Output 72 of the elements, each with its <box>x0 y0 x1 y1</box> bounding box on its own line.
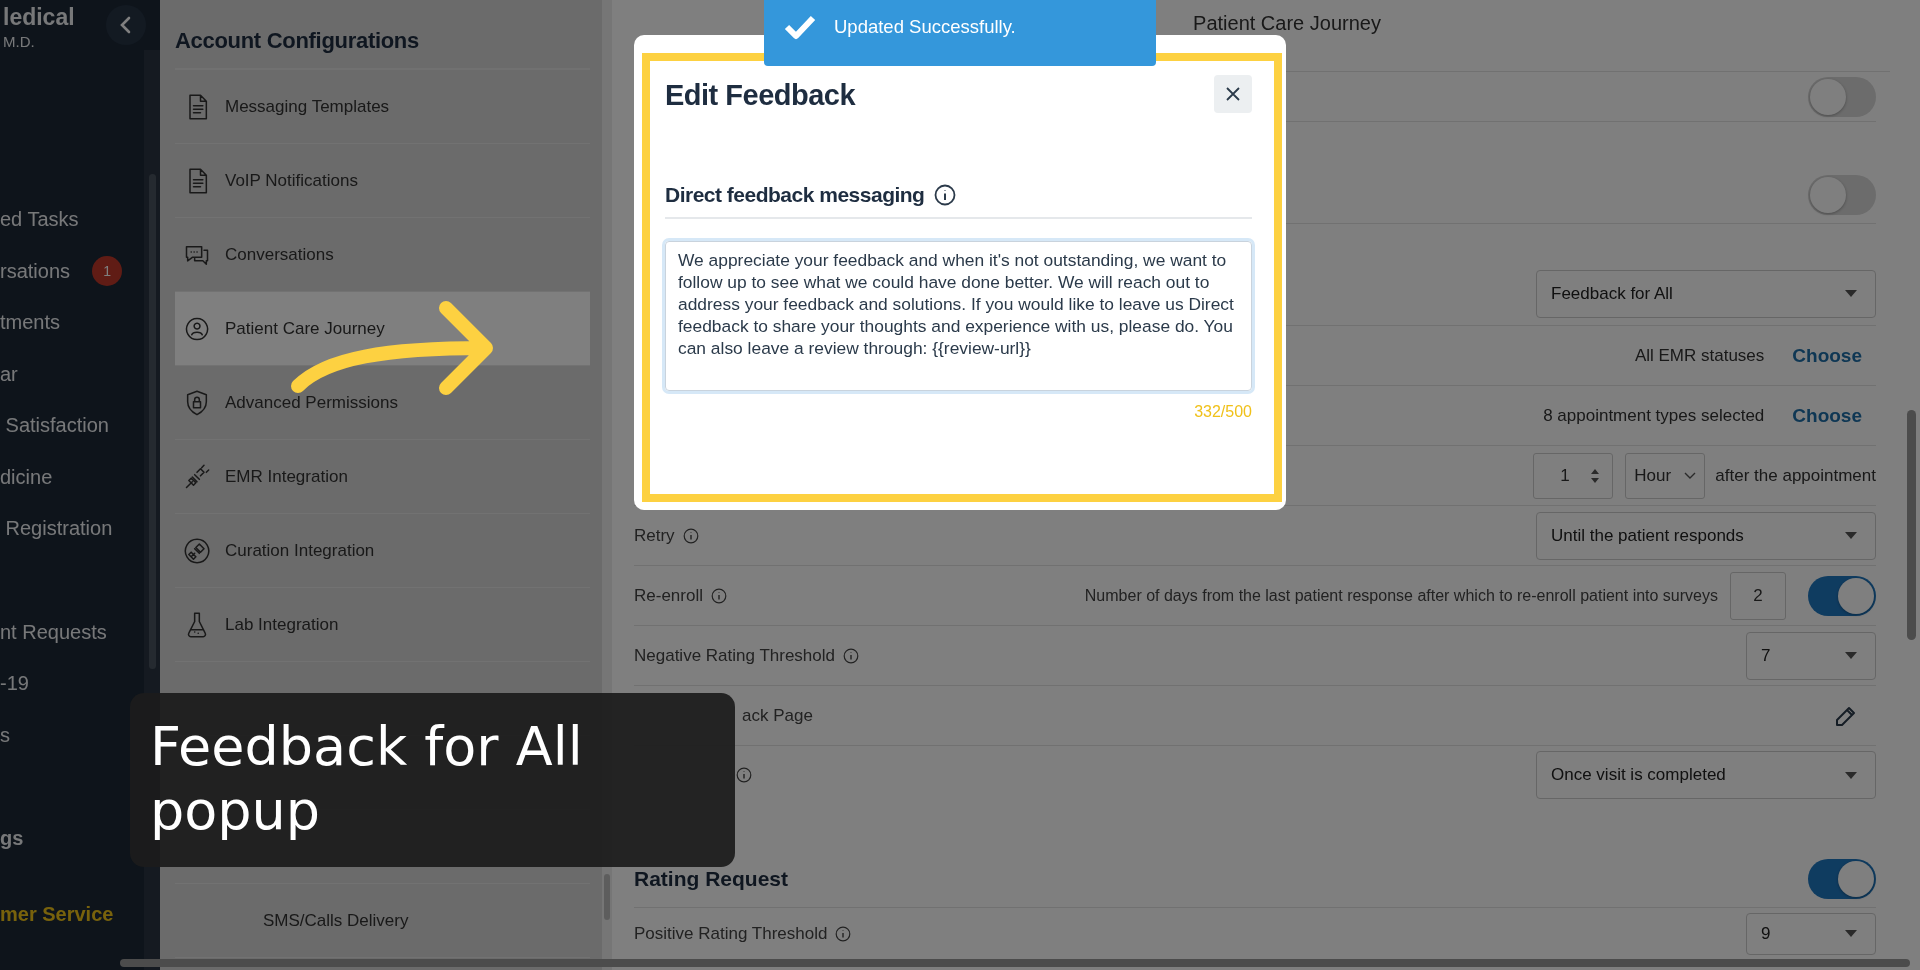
modal-title: Edit Feedback <box>665 79 856 112</box>
count-badge: 1 <box>92 256 123 287</box>
nav-item[interactable]: ar <box>0 362 18 386</box>
choose-link[interactable]: Choose <box>1792 404 1862 427</box>
reenroll-description: Number of days from the last patient response after which to re-enroll patient into surveys <box>1084 586 1718 605</box>
character-counter: 332/500 <box>1194 403 1252 421</box>
settings-menu-item[interactable]: Curation Integration <box>175 514 590 588</box>
settings-menu-item[interactable]: VoIP Notifications <box>175 144 590 218</box>
clinic-subtitle: M.D. <box>3 33 36 50</box>
chevron-left-icon <box>119 15 133 35</box>
setting-label: Negative Rating Threshold <box>634 645 835 666</box>
number-input[interactable]: 1 <box>1533 452 1614 499</box>
nav-item[interactable]: -19 <box>0 672 29 696</box>
plug-icon <box>183 462 211 491</box>
toggle-switch[interactable] <box>1808 858 1876 899</box>
selection-summary: 8 appointment types selected <box>1543 405 1765 426</box>
nav-item[interactable]: rsations <box>0 259 71 283</box>
caret-icon <box>1845 930 1857 937</box>
scrollbar-thumb[interactable] <box>604 874 610 920</box>
check-icon <box>784 14 816 40</box>
toggle-switch[interactable] <box>1808 76 1876 117</box>
section-heading: Rating Request <box>634 866 788 891</box>
scrollbar-thumb[interactable] <box>1907 410 1916 640</box>
info-icon[interactable] <box>934 184 957 206</box>
dropdown[interactable]: Until the patient responds <box>1536 511 1876 560</box>
setting-label: ack Page <box>742 705 813 726</box>
dropdown[interactable]: 7 <box>1746 631 1876 680</box>
nav-item[interactable]: Satisfaction <box>0 414 109 438</box>
field-heading: Direct feedback messaging <box>665 183 925 207</box>
page-title: Patient Care Journey <box>1192 12 1381 35</box>
chevron-down-icon <box>1684 471 1697 480</box>
nav-item[interactable]: mer Service <box>0 902 114 926</box>
nav-item[interactable]: ed Tasks <box>0 208 79 232</box>
settings-menu-item[interactable]: EMR Integration <box>175 440 590 514</box>
nav-item[interactable]: dicine <box>0 465 53 489</box>
nav-item[interactable]: tments <box>0 311 61 335</box>
nav-item[interactable]: s <box>0 723 10 747</box>
settings-menu-item[interactable]: Patient Care Journey <box>175 292 590 366</box>
delay-suffix: after the appointment <box>1715 465 1876 486</box>
collapse-button[interactable] <box>106 5 146 45</box>
clinic-name: ledical <box>3 4 75 31</box>
toggle-switch[interactable] <box>1808 575 1876 616</box>
caret-icon <box>1845 290 1857 297</box>
dropdown[interactable]: Once visit is completed <box>1536 751 1876 799</box>
days-input[interactable]: 2 <box>1730 571 1786 620</box>
plug-icon <box>183 536 211 565</box>
caret-icon <box>1845 771 1857 779</box>
message-field[interactable]: We appreciate your feedback and when it's not outstanding, we want to follow up to see what we could have done better. We will reach out to address your feedback and solutions. If you would like to leave us Direct feedback to share your thoughts and experience with us, please do. You can also leave a review through: {{review-url}} <box>665 241 1252 391</box>
dropdown[interactable]: Feedback for All <box>1536 269 1876 318</box>
scrollbar-thumb[interactable] <box>120 959 1910 967</box>
selection-summary: All EMR statuses <box>1634 345 1765 366</box>
nav-heading: gs <box>0 827 24 851</box>
dropdown[interactable]: 9 <box>1746 912 1876 955</box>
section-title: Account Configurations <box>175 28 590 70</box>
close-icon <box>1225 86 1241 102</box>
tutorial-caption: Feedback for All popup <box>130 693 735 867</box>
settings-menu-item[interactable]: Advanced Permissions <box>175 366 590 440</box>
nav-item[interactable]: nt Requests <box>0 620 107 644</box>
unit-dropdown[interactable]: Hour <box>1625 452 1706 499</box>
settings-menu-item[interactable]: Messaging Templates <box>175 70 590 144</box>
toast-message: Updated Successfully. <box>834 16 1016 38</box>
nav-item[interactable]: Registration <box>0 517 113 541</box>
setting-label: Retry <box>634 525 675 546</box>
close-button[interactable] <box>1214 75 1252 113</box>
settings-menu-item[interactable]: SMS/Calls Delivery <box>175 884 590 958</box>
toggle-switch[interactable] <box>1808 175 1876 215</box>
settings-menu-item[interactable]: Lab Integration <box>175 588 590 662</box>
caret-icon <box>1845 532 1857 539</box>
choose-link[interactable]: Choose <box>1792 344 1862 367</box>
setting-label: Positive Rating Threshold <box>634 923 828 944</box>
caret-icon <box>1845 652 1857 659</box>
setting-label: Re-enroll <box>634 585 703 606</box>
